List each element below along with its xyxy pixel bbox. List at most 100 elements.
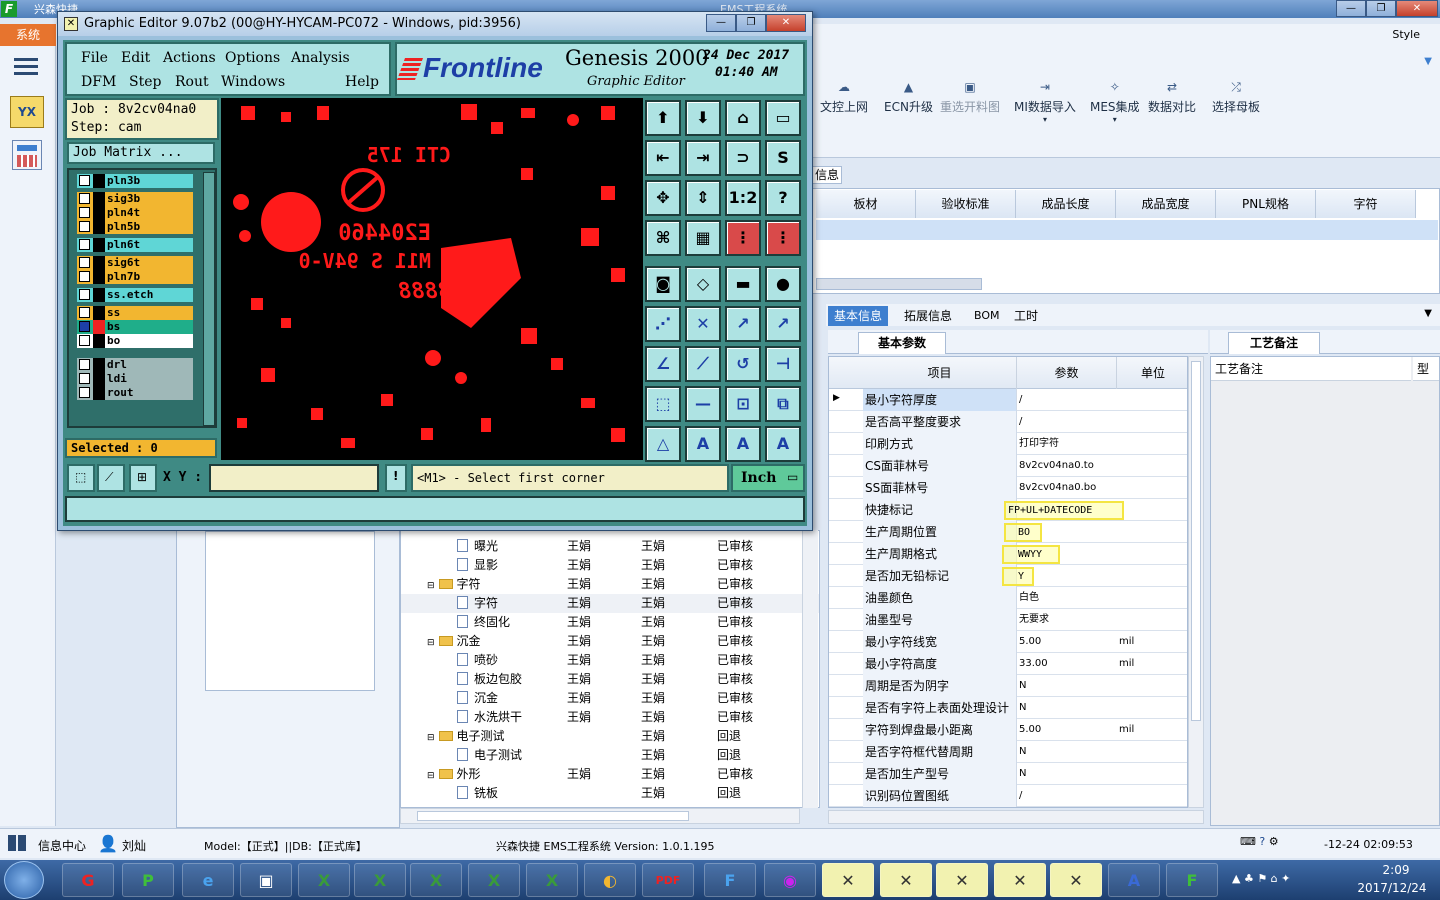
params-row[interactable]: 最小字符高度 33.00 mil bbox=[829, 653, 1187, 675]
layer-checkbox[interactable] bbox=[79, 321, 90, 332]
params-header-value[interactable]: 参数 bbox=[1017, 357, 1117, 389]
tab-work-hours[interactable]: 工时 bbox=[1008, 306, 1044, 326]
taskbar-excel-5[interactable]: X bbox=[526, 863, 578, 897]
taskbar-genesis-5[interactable]: ✕ bbox=[1050, 863, 1102, 897]
tool-arrow-button[interactable]: ↗ bbox=[725, 306, 761, 342]
tool-line-button[interactable]: ⟋ bbox=[685, 346, 721, 382]
taskbar-excel-1[interactable]: X bbox=[298, 863, 350, 897]
tool-home-button[interactable]: ⌂ bbox=[725, 100, 761, 136]
genesis-maximize-button[interactable]: ❐ bbox=[736, 14, 766, 32]
layer-checkbox[interactable] bbox=[79, 271, 90, 282]
params-row[interactable]: 字符到焊盘最小距离 5.00 mil bbox=[829, 719, 1187, 741]
ribbon-doc-upload[interactable]: ☁ 文控上网 bbox=[820, 80, 868, 115]
layer-row[interactable]: pln5b bbox=[77, 220, 193, 234]
layer-row[interactable]: sig3b bbox=[77, 192, 193, 206]
param-value[interactable]: N bbox=[1017, 675, 1117, 697]
layer-checkbox[interactable] bbox=[79, 387, 90, 398]
tool-move-up-button[interactable]: ⬆ bbox=[645, 100, 681, 136]
tab-basic-params[interactable]: 基本参数 bbox=[858, 332, 946, 354]
genesis-minimize-button[interactable]: — bbox=[706, 14, 736, 32]
taskbar-genesis-4[interactable]: ✕ bbox=[994, 863, 1046, 897]
layer-row[interactable]: drl bbox=[77, 358, 193, 372]
tool-drill-2-button[interactable]: ⋮ bbox=[765, 220, 801, 256]
param-value[interactable]: 5.00 bbox=[1017, 719, 1117, 741]
xy-input[interactable] bbox=[209, 464, 379, 492]
menu-edit[interactable]: Edit bbox=[121, 50, 150, 66]
tool-polygon-button[interactable]: ◇ bbox=[685, 266, 721, 302]
close-button[interactable]: ✕ bbox=[1396, 0, 1438, 17]
taskbar-shell-icon[interactable]: ◐ bbox=[584, 863, 636, 897]
params-row[interactable]: 是否有字符上表面处理设计 N bbox=[829, 697, 1187, 719]
params-row[interactable]: 是否加生产型号 N bbox=[829, 763, 1187, 785]
tree-row[interactable]: 水洗烘干 王娟 王娟 已审核 bbox=[401, 708, 819, 727]
grid-header-board[interactable]: 板材 bbox=[816, 190, 916, 218]
taskbar-excel-2[interactable]: X bbox=[354, 863, 406, 897]
tool-snap-button[interactable]: S bbox=[765, 140, 801, 176]
layer-checkbox[interactable] bbox=[79, 207, 90, 218]
tool-select-button[interactable]: ⬚ bbox=[645, 386, 681, 422]
layer-row[interactable]: bo bbox=[77, 334, 193, 348]
tree-row[interactable]: 显影 王娟 王娟 已审核 bbox=[401, 556, 819, 575]
type-header[interactable]: 型 bbox=[1413, 357, 1439, 381]
param-value[interactable]: 打印字符 bbox=[1017, 433, 1117, 455]
param-value[interactable]: N bbox=[1017, 763, 1117, 785]
tree-row[interactable]: ⊟ 沉金 王娟 王娟 已审核 bbox=[401, 632, 819, 651]
tool-move-down-button[interactable]: ⬇ bbox=[685, 100, 721, 136]
menu-dfm[interactable]: DFM bbox=[81, 74, 116, 90]
zoom-tool-button[interactable]: ⬚ bbox=[67, 464, 95, 492]
params-row[interactable]: 识别码位置图纸 / bbox=[829, 785, 1187, 807]
tool-feature-button[interactable]: ⊣ bbox=[765, 346, 801, 382]
tool-ruler-button[interactable]: ▬ bbox=[725, 266, 761, 302]
taskbar-word-icon[interactable]: A bbox=[1108, 863, 1160, 897]
restore-button[interactable]: ❐ bbox=[1366, 0, 1396, 17]
menu-help[interactable]: Help bbox=[345, 74, 379, 90]
tree-row[interactable]: 板边包胶 王娟 王娟 已审核 bbox=[401, 670, 819, 689]
param-value[interactable]: / bbox=[1017, 389, 1117, 411]
tool-window-button[interactable]: ▭ bbox=[765, 100, 801, 136]
tool-arc-button[interactable]: ↺ bbox=[725, 346, 761, 382]
minimize-button[interactable]: — bbox=[1336, 0, 1366, 17]
tab-basic-info[interactable]: 基本信息 bbox=[828, 306, 889, 326]
tray-time[interactable]: 2:09 bbox=[1360, 863, 1432, 877]
measure-tool-button[interactable]: ⟋ bbox=[97, 464, 125, 492]
start-button[interactable] bbox=[4, 861, 44, 899]
params-header-unit[interactable]: 单位 bbox=[1117, 357, 1187, 389]
ribbon-reselect-cutting[interactable]: ▣ 重选开料图 bbox=[940, 80, 1000, 115]
layer-checkbox[interactable] bbox=[79, 289, 90, 300]
params-row[interactable]: 是否高平整度要求 / bbox=[829, 411, 1187, 433]
param-value[interactable]: N bbox=[1017, 697, 1117, 719]
ribbon-select-master[interactable]: ⤮ 选择母板 bbox=[1212, 80, 1260, 115]
grid-tool-button[interactable]: ⊞ bbox=[129, 464, 157, 492]
taskbar-frontline-icon[interactable]: F bbox=[704, 863, 756, 897]
tool-drill-button[interactable]: ⋮ bbox=[725, 220, 761, 256]
layer-row[interactable]: pln3b bbox=[77, 174, 193, 188]
taskbar-ie-icon[interactable]: e bbox=[182, 863, 234, 897]
menu-actions[interactable]: Actions bbox=[163, 50, 216, 66]
tab-process-notes[interactable]: 工艺备注 bbox=[1228, 332, 1320, 354]
tree-row[interactable]: ⊟ 外形 王娟 王娟 已审核 bbox=[401, 765, 819, 784]
taskbar-excel-4[interactable]: X bbox=[468, 863, 520, 897]
tool-text-2-button[interactable]: A bbox=[725, 426, 761, 462]
tool-text-3-button[interactable]: A bbox=[765, 426, 801, 462]
params-vscrollbar[interactable] bbox=[1188, 356, 1204, 808]
alert-button[interactable]: ! bbox=[385, 464, 407, 492]
tool-text-button[interactable]: A bbox=[685, 426, 721, 462]
grid-header-acceptance[interactable]: 验收标准 bbox=[916, 190, 1016, 218]
tool-help-button[interactable]: ? bbox=[765, 180, 801, 216]
style-menu[interactable]: Style bbox=[1392, 28, 1420, 41]
taskbar-app-g[interactable]: G bbox=[62, 863, 114, 897]
layer-row[interactable]: rout bbox=[77, 386, 193, 400]
tab-extended-info[interactable]: 拓展信息 bbox=[898, 306, 958, 326]
layer-row[interactable]: bs bbox=[77, 320, 193, 334]
tree-row[interactable]: 铣板 王娟 回退 bbox=[401, 784, 819, 803]
grid-header-pnl[interactable]: PNL规格 bbox=[1216, 190, 1316, 218]
ribbon-mes-integration[interactable]: ✧ MES集成 ▾ bbox=[1090, 80, 1140, 124]
params-row[interactable]: SS面菲林号 8v2cv04na0.bo bbox=[829, 477, 1187, 499]
tabs-dropdown-icon[interactable]: ▼ bbox=[1424, 308, 1432, 319]
params-row[interactable]: 周期是否为阴字 N bbox=[829, 675, 1187, 697]
layer-row[interactable]: ldi bbox=[77, 372, 193, 386]
params-row[interactable]: ▶ 最小字符厚度 / bbox=[829, 389, 1187, 411]
tool-pad-button[interactable]: ● bbox=[765, 266, 801, 302]
info-tab[interactable]: 信息 bbox=[812, 166, 842, 184]
param-value[interactable]: N bbox=[1017, 741, 1117, 763]
